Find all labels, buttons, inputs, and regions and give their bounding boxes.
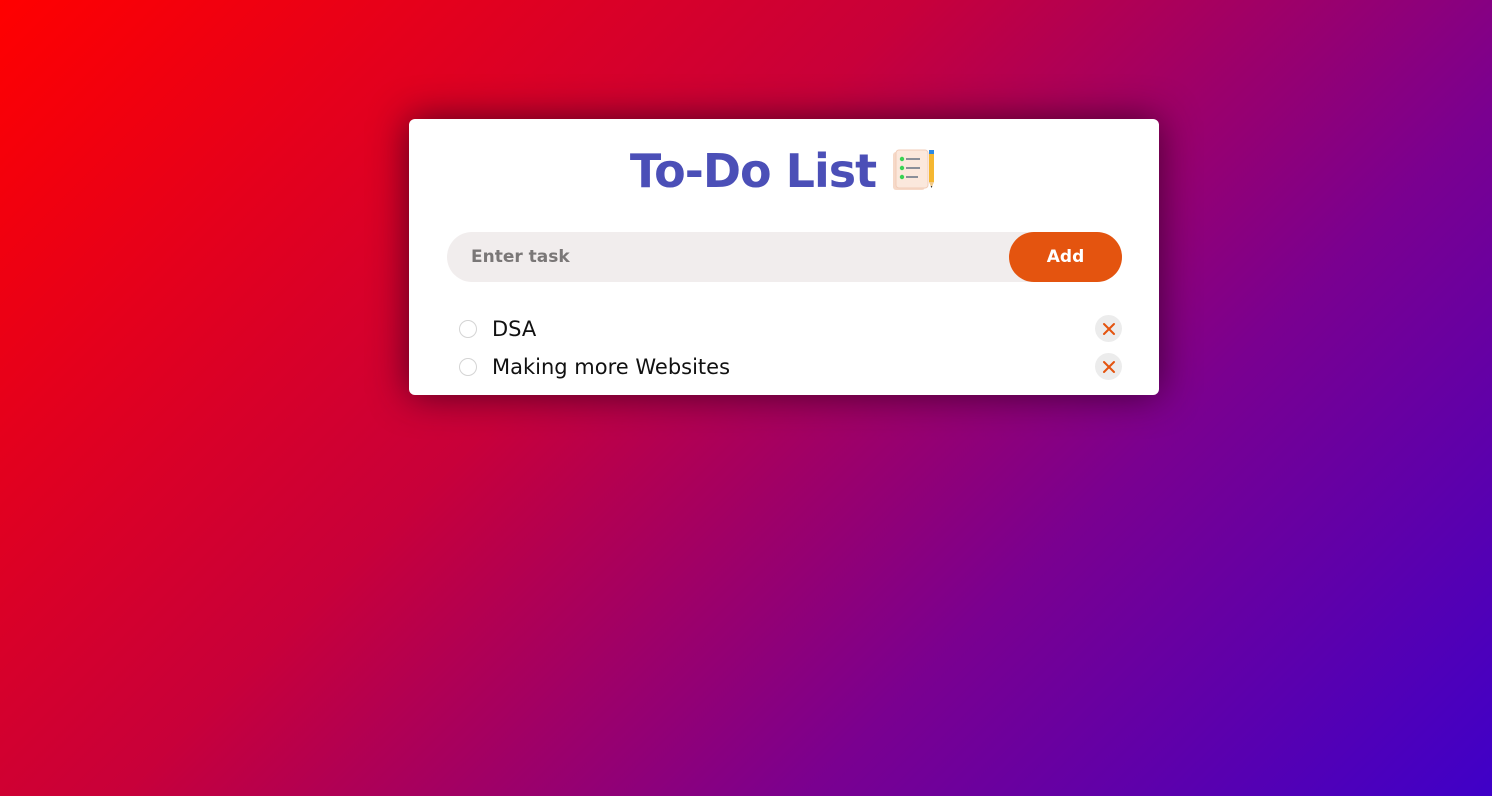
- notepad-checklist-icon: [890, 147, 938, 195]
- unchecked-circle-icon[interactable]: [459, 320, 477, 338]
- close-icon: [1102, 360, 1115, 373]
- page-title: To-Do List: [629, 144, 877, 198]
- todo-card: To-Do List Add DSA: [409, 119, 1159, 395]
- task-text: Making more Websites: [492, 355, 731, 379]
- list-item[interactable]: DSA: [447, 310, 1122, 348]
- delete-button[interactable]: [1095, 315, 1122, 342]
- task-list: DSA Making more Websites: [447, 310, 1122, 386]
- task-input-row: Add: [447, 232, 1122, 282]
- unchecked-circle-icon[interactable]: [459, 358, 477, 376]
- close-icon: [1102, 322, 1115, 335]
- task-input[interactable]: [447, 232, 1007, 282]
- list-item[interactable]: Making more Websites: [447, 348, 1122, 386]
- delete-button[interactable]: [1095, 353, 1122, 380]
- header: To-Do List: [409, 141, 1159, 201]
- add-button[interactable]: Add: [1009, 232, 1122, 282]
- task-text: DSA: [492, 317, 537, 341]
